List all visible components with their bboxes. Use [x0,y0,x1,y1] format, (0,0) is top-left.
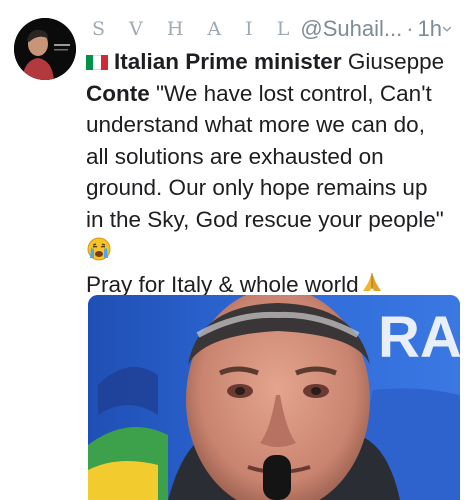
header-separator: · [406,16,414,41]
tweet-text-segment: Giuseppe [341,49,445,74]
tweet-line-1: Italian Prime minister Giuseppe [86,46,458,78]
tweet-header: S V H A I L @Suhail... · 1h [92,14,460,44]
tweet-line-4: all solutions are exhausted on [86,143,384,169]
chevron-down-icon[interactable] [442,23,452,35]
banner-text: RA [378,305,460,370]
folded-hands-icon [362,272,381,291]
tweet-bold-text: Italian Prime minister [114,49,342,74]
tweet-bold-text: Conte [86,80,150,106]
tweet-line-3: understand what more we can do, [86,112,425,137]
tweet-card[interactable]: S V H A I L @Suhail... · 1h Italian Prim… [0,0,468,500]
author-handle[interactable]: @Suhail... [300,16,402,42]
pray-text: Pray for Italy & whole world [86,271,359,297]
tweet-text-segment: "We have lost control, Can't [149,80,432,106]
tweet-timestamp[interactable]: 1h [418,16,442,42]
author-display-name[interactable]: S V H A I L [92,18,298,40]
tweet-line-5: ground. Our only hope remains up [86,175,428,200]
tweet-emoji-line [86,235,458,267]
tweet-text: Italian Prime minister Giuseppe Conte "W… [86,46,458,300]
tweet-line-6: in the Sky, God rescue your people" [86,206,444,232]
user-avatar-icon [14,18,76,80]
crying-face-icon [87,237,111,261]
tweet-media-photo[interactable]: RA [88,295,460,500]
photo-icon: RA [88,295,460,500]
italy-flag-icon [86,55,108,70]
tweet-line-2: Conte "We have lost control, Can't [86,78,458,110]
author-avatar[interactable] [14,18,76,80]
